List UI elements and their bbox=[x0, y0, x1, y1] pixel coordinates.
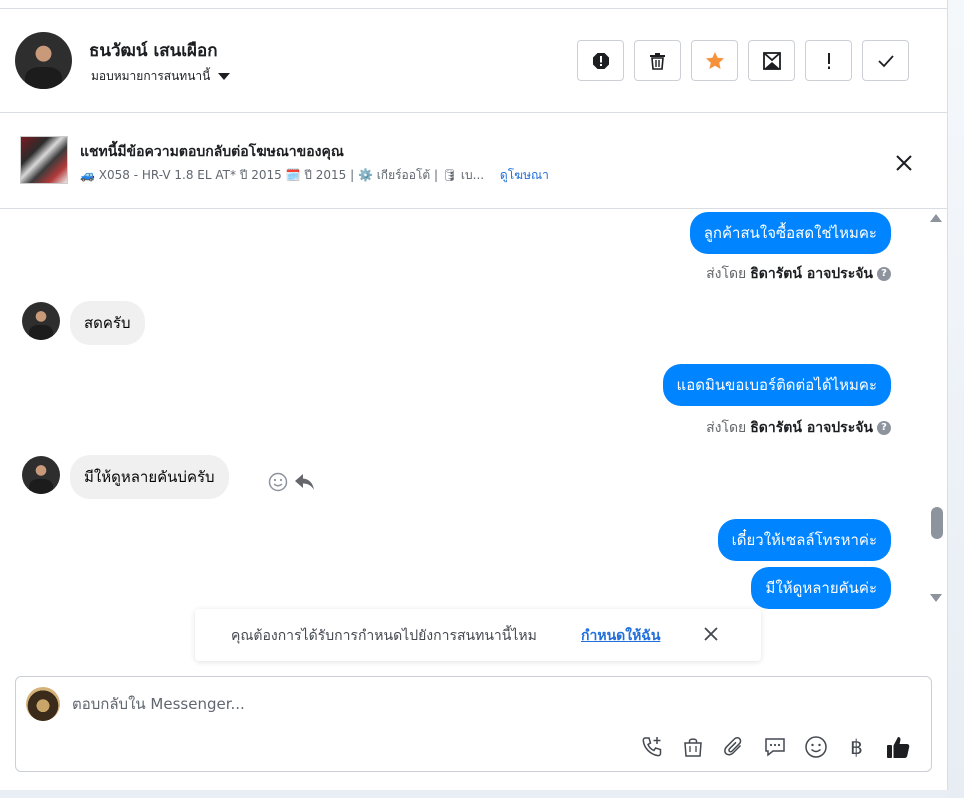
shop-button[interactable] bbox=[679, 733, 706, 760]
trash-icon bbox=[650, 52, 665, 70]
conversation-header: ธนวัฒน์ เสนเผือก มอบหมายการสนทนานี้ bbox=[0, 9, 948, 113]
assign-label: มอบหมายการสนทนานี้ bbox=[91, 69, 211, 83]
incoming-message[interactable]: มีให้ดูหลายคันบ่ครับ bbox=[70, 455, 229, 499]
composer-tools: ฿ bbox=[638, 733, 911, 760]
outgoing-message[interactable]: ลูกค้าสนใจซื้อสดใช่ไหมคะ bbox=[689, 212, 891, 254]
alert-octagon-icon bbox=[592, 52, 609, 69]
scrollbar-thumb[interactable] bbox=[931, 507, 943, 539]
sent-by-label: ส่งโดย ธิดารัตน์ อาจประจัน ? bbox=[706, 263, 891, 285]
emoji-react-icon[interactable] bbox=[268, 472, 288, 492]
scroll-up-arrow[interactable] bbox=[930, 214, 942, 222]
ad-context-subtitle: 🚙 X058 - HR-V 1.8 EL AT* ปี 2015 🗓️ ปี 2… bbox=[80, 166, 549, 185]
ad-context-title: แชทนี้มีข้อความตอบกลับต่อโฆษณาของคุณ bbox=[80, 144, 344, 160]
reply-icon[interactable] bbox=[294, 472, 316, 492]
call-button[interactable] bbox=[638, 733, 665, 760]
outgoing-message[interactable]: แอดมินขอเบอร์ติดต่อได้ไหมคะ bbox=[662, 364, 891, 406]
conversation-panel: ธนวัฒน์ เสนเผือก มอบหมายการสนทนานี้ แชทน… bbox=[0, 0, 948, 790]
help-icon[interactable]: ? bbox=[877, 421, 891, 435]
sent-by-name: ธิดารัตน์ อาจประจัน bbox=[750, 420, 873, 436]
check-icon bbox=[877, 54, 894, 67]
ad-thumbnail[interactable] bbox=[20, 136, 68, 184]
attach-button[interactable] bbox=[720, 733, 747, 760]
paperclip-icon bbox=[723, 736, 741, 755]
star-icon bbox=[705, 52, 724, 69]
caret-down-icon bbox=[218, 73, 231, 80]
scroll-down-arrow[interactable] bbox=[930, 594, 942, 602]
like-button[interactable] bbox=[884, 733, 911, 760]
mark-unread-button[interactable] bbox=[748, 40, 795, 81]
outgoing-message[interactable]: เดี๋ยวให้เซลล์โทรหาค่ะ bbox=[717, 519, 891, 561]
shopping-bag-icon bbox=[683, 737, 702, 757]
contact-avatar-small[interactable] bbox=[22, 302, 60, 340]
header-actions bbox=[577, 40, 909, 81]
window-edge bbox=[948, 0, 964, 798]
payment-button[interactable]: ฿ bbox=[843, 733, 870, 760]
assign-to-me-link[interactable]: กำหนดให้ฉัน bbox=[581, 625, 660, 647]
sent-by-prefix: ส่งโดย bbox=[706, 420, 747, 436]
saved-reply-icon bbox=[764, 737, 785, 757]
close-icon[interactable] bbox=[703, 626, 719, 642]
contact-avatar[interactable] bbox=[15, 32, 72, 89]
close-icon[interactable] bbox=[893, 152, 915, 174]
reply-composer: ฿ bbox=[15, 676, 932, 772]
contact-avatar-small[interactable] bbox=[22, 456, 60, 494]
contact-name[interactable]: ธนวัฒน์ เสนเผือก bbox=[89, 37, 218, 64]
ad-context-banner: แชทนี้มีข้อความตอบกลับต่อโฆษณาของคุณ 🚙 X… bbox=[0, 114, 948, 209]
assign-dropdown[interactable]: มอบหมายการสนทนานี้ bbox=[91, 67, 231, 86]
follow-up-button[interactable] bbox=[805, 40, 852, 81]
view-ad-link[interactable]: ดูโฆษณา bbox=[500, 168, 549, 182]
exclamation-icon bbox=[827, 52, 830, 69]
outgoing-message[interactable]: มีให้ดูหลายคันค่ะ bbox=[751, 567, 891, 609]
sent-by-label: ส่งโดย ธิดารัตน์ อาจประจัน ? bbox=[706, 417, 891, 439]
emoji-button[interactable] bbox=[802, 733, 829, 760]
help-icon[interactable]: ? bbox=[877, 267, 891, 281]
assign-prompt-text: คุณต้องการได้รับการกำหนดไปยังการสนทนานี้… bbox=[231, 628, 537, 644]
incoming-message[interactable]: สดครับ bbox=[70, 301, 145, 345]
sent-by-prefix: ส่งโดย bbox=[706, 266, 747, 282]
emoji-icon bbox=[804, 735, 827, 758]
ad-description: 🚙 X058 - HR-V 1.8 EL AT* ปี 2015 🗓️ ปี 2… bbox=[80, 168, 485, 182]
page-avatar bbox=[26, 687, 60, 721]
message-list: ลูกค้าสนใจซื้อสดใช่ไหมคะ ส่งโดย ธิดารัตน… bbox=[0, 209, 948, 609]
reply-input[interactable] bbox=[72, 691, 892, 717]
saved-replies-button[interactable] bbox=[761, 733, 788, 760]
thumbs-up-icon bbox=[886, 736, 909, 758]
mark-done-button[interactable] bbox=[862, 40, 909, 81]
assign-prompt: คุณต้องการได้รับการกำหนดไปยังการสนทนานี้… bbox=[195, 609, 761, 661]
call-add-icon bbox=[642, 736, 661, 756]
spam-button[interactable] bbox=[577, 40, 624, 81]
delete-button[interactable] bbox=[634, 40, 681, 81]
star-button[interactable] bbox=[691, 40, 738, 81]
message-hover-tools bbox=[268, 472, 316, 492]
baht-icon: ฿ bbox=[850, 734, 863, 759]
sent-by-name: ธิดารัตน์ อาจประจัน bbox=[750, 266, 873, 282]
envelope-icon bbox=[762, 51, 781, 70]
